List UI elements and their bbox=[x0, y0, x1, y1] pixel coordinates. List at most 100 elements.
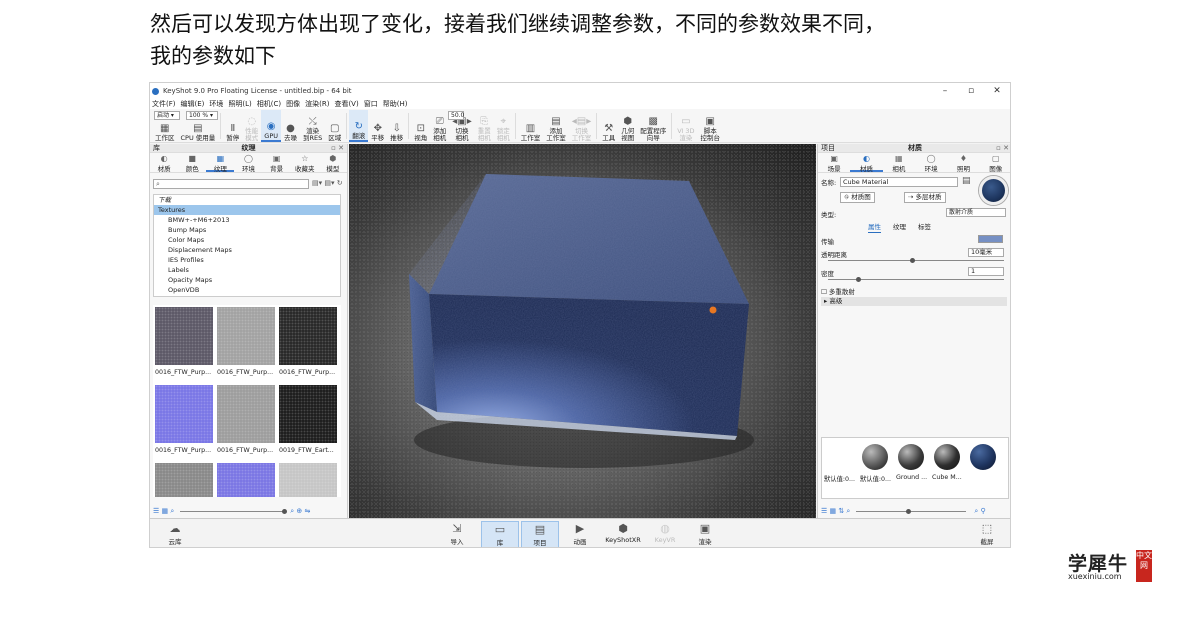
project-panel-controls[interactable]: ▫ ✕ bbox=[996, 144, 1009, 153]
tab[interactable]: ▣ 背景 bbox=[263, 153, 291, 174]
multi-material-button[interactable]: ⇢ 多层材质 bbox=[904, 192, 946, 203]
tree-item[interactable]: Displacement Maps bbox=[154, 245, 340, 255]
toolbar-button[interactable]: ● 去噪 bbox=[281, 110, 300, 142]
tab[interactable]: ▦ 相机 bbox=[883, 153, 915, 174]
material-subtab[interactable]: 属性 bbox=[868, 221, 881, 233]
library-panel-controls[interactable]: ▫ ✕ bbox=[331, 144, 344, 153]
render-viewport[interactable] bbox=[349, 144, 816, 518]
texture-thumbnail[interactable] bbox=[217, 463, 275, 497]
menu-item[interactable]: 相机(C) bbox=[257, 99, 281, 109]
texture-thumbnail[interactable] bbox=[155, 307, 213, 365]
mode-select[interactable]: 启动 ▾ bbox=[154, 111, 180, 120]
toolbar-button[interactable]: ⎘ 重置 相机 bbox=[475, 110, 494, 142]
transparency-distance-slider[interactable] bbox=[828, 258, 1004, 263]
material-ball[interactable] bbox=[898, 444, 924, 470]
view-mode-icons[interactable]: ☰ ▦ ⌕ bbox=[153, 507, 174, 516]
maximize-button[interactable]: ▫ bbox=[958, 86, 984, 96]
tree-item[interactable]: OpenVDB bbox=[154, 285, 340, 295]
texture-thumbnail[interactable] bbox=[279, 463, 337, 497]
texture-thumbnail[interactable] bbox=[279, 307, 337, 365]
toolbar-button[interactable]: ▩ 配置程序 向导 bbox=[637, 110, 669, 142]
texture-thumbnail[interactable] bbox=[155, 385, 213, 443]
advanced-section[interactable]: ▸ 高级 bbox=[821, 297, 1007, 306]
material-ball[interactable] bbox=[862, 444, 888, 470]
tab[interactable]: ☆ 收藏夹 bbox=[291, 153, 319, 174]
close-button[interactable]: ✕ bbox=[984, 86, 1010, 96]
material-size-slider[interactable] bbox=[856, 508, 967, 514]
tab[interactable]: ◐ 材质 bbox=[150, 153, 178, 174]
material-name-input[interactable]: Cube Material bbox=[840, 177, 958, 187]
library-search-input[interactable]: ⌕ bbox=[153, 179, 309, 189]
bottom-ribbon-button[interactable]: ⬢ KeyShotXR bbox=[604, 521, 642, 547]
menu-item[interactable]: 窗口 bbox=[364, 99, 378, 109]
toolbar-button[interactable]: ⌖ 锁定 相机 bbox=[494, 110, 513, 142]
bottom-ribbon-button[interactable]: ▶ 动画 bbox=[561, 521, 599, 547]
toolbar-button[interactable]: ⚒ 工具 bbox=[599, 110, 618, 142]
material-ball[interactable] bbox=[970, 444, 996, 470]
tab[interactable]: ▢ 图像 bbox=[980, 153, 1010, 174]
toolbar-button[interactable]: ⬢ 几何 视图 bbox=[618, 110, 637, 142]
tree-item[interactable]: Opacity Maps bbox=[154, 275, 340, 285]
resolution-select[interactable]: 100 % ▾ bbox=[186, 111, 218, 120]
density-slider[interactable] bbox=[828, 277, 1004, 282]
project-view-icons[interactable]: ☰ ▦ ⇅ ⌕ bbox=[821, 507, 850, 516]
toolbar-button[interactable]: ▤ 添加 工作室 bbox=[543, 110, 569, 142]
tree-item[interactable]: Labels bbox=[154, 265, 340, 275]
texture-thumbnail[interactable] bbox=[217, 385, 275, 443]
toolbar-button[interactable]: ▢ 区域 bbox=[325, 110, 344, 142]
toolbar-button[interactable]: ↻ 翻滚 bbox=[349, 110, 369, 142]
toolbar-button[interactable]: ⎚ 添加 相机 bbox=[430, 110, 449, 142]
material-ball[interactable] bbox=[934, 444, 960, 470]
toolbar-button[interactable]: ▥ 工作室 bbox=[518, 110, 544, 142]
menu-item[interactable]: 环境 bbox=[209, 99, 223, 109]
menu-item[interactable]: 编辑(E) bbox=[181, 99, 205, 109]
bottom-ribbon-button[interactable]: ▭ 库 bbox=[481, 521, 519, 547]
bottom-ribbon-button[interactable]: ◍ KeyVR bbox=[646, 521, 684, 547]
tab[interactable]: ♦ 照明 bbox=[947, 153, 979, 174]
texture-thumbnail[interactable] bbox=[155, 463, 213, 497]
thumbnail-size-slider[interactable] bbox=[180, 508, 288, 514]
tab[interactable]: ⬢ 模型 bbox=[319, 153, 347, 174]
menu-item[interactable]: 渲染(R) bbox=[305, 99, 329, 109]
transmission-color-swatch[interactable] bbox=[978, 235, 1003, 243]
screenshot-button[interactable]: ⬚ 截屏 bbox=[968, 521, 1006, 547]
texture-thumbnail[interactable] bbox=[217, 307, 275, 365]
tab[interactable]: ▣ 场景 bbox=[818, 153, 850, 174]
tab[interactable]: ▦ 纹理 bbox=[206, 153, 235, 173]
tree-item[interactable]: Roughness Maps bbox=[154, 295, 340, 296]
toolbar-button[interactable]: ◂▤▸ 切换 工作室 bbox=[569, 110, 595, 142]
material-type-select[interactable]: 散射介质 bbox=[946, 208, 1006, 217]
library-search-tools[interactable]: ▤▾ ▤▾ ↻ bbox=[312, 179, 343, 187]
density-input[interactable]: 1 bbox=[968, 267, 1004, 276]
material-subtab[interactable]: 纹理 bbox=[893, 221, 906, 233]
toolbar-button[interactable]: ◉ GPU bbox=[261, 110, 282, 142]
tree-item[interactable]: BMW+-+M6+2013 bbox=[154, 215, 340, 225]
toolbar-button[interactable]: ▣ 脚本 控制台 bbox=[697, 110, 723, 142]
save-material-icon[interactable]: ▤ bbox=[962, 176, 971, 186]
menu-item[interactable]: 图像 bbox=[286, 99, 300, 109]
material-subtab[interactable]: 标签 bbox=[918, 221, 931, 233]
tab[interactable]: ■ 颜色 bbox=[178, 153, 206, 174]
menu-item[interactable]: 帮助(H) bbox=[383, 99, 408, 109]
tree-item[interactable]: 下载 bbox=[154, 195, 340, 205]
toolbar-button[interactable]: Ⅱ 暂停 bbox=[223, 110, 242, 142]
toolbar-button[interactable]: ⊡ 视角 bbox=[411, 110, 430, 142]
bottom-ribbon-button[interactable]: ▤ 项目 bbox=[521, 521, 559, 547]
bottom-ribbon-button[interactable]: ⇲ 导入 bbox=[438, 521, 476, 547]
library-footer-tools[interactable]: ⌕ ⊕ ⇋ bbox=[290, 507, 310, 516]
tab[interactable]: ◯ 环境 bbox=[234, 153, 262, 174]
texture-thumbnail[interactable] bbox=[279, 385, 337, 443]
multiple-scattering-checkbox[interactable]: ☐ 多重散射 bbox=[821, 286, 855, 296]
project-footer-tools[interactable]: ⌕ ⚲ bbox=[974, 507, 985, 516]
toolbar-button[interactable]: ⇩ 推移 bbox=[387, 110, 406, 142]
bottom-ribbon-button[interactable]: ▣ 渲染 bbox=[686, 521, 724, 547]
cloud-library-button[interactable]: ☁ 云库 bbox=[156, 521, 194, 547]
tree-item[interactable]: IES Profiles bbox=[154, 255, 340, 265]
tab[interactable]: ◯ 环境 bbox=[915, 153, 947, 174]
menu-item[interactable]: 查看(V) bbox=[334, 99, 358, 109]
tab[interactable]: ◐ 材质 bbox=[850, 153, 883, 173]
tree-item[interactable]: Color Maps bbox=[154, 235, 340, 245]
toolbar-button[interactable]: ✥ 平移 bbox=[368, 110, 387, 142]
menu-item[interactable]: 文件(F) bbox=[152, 99, 176, 109]
fov-input[interactable]: 50.0 bbox=[448, 111, 464, 120]
